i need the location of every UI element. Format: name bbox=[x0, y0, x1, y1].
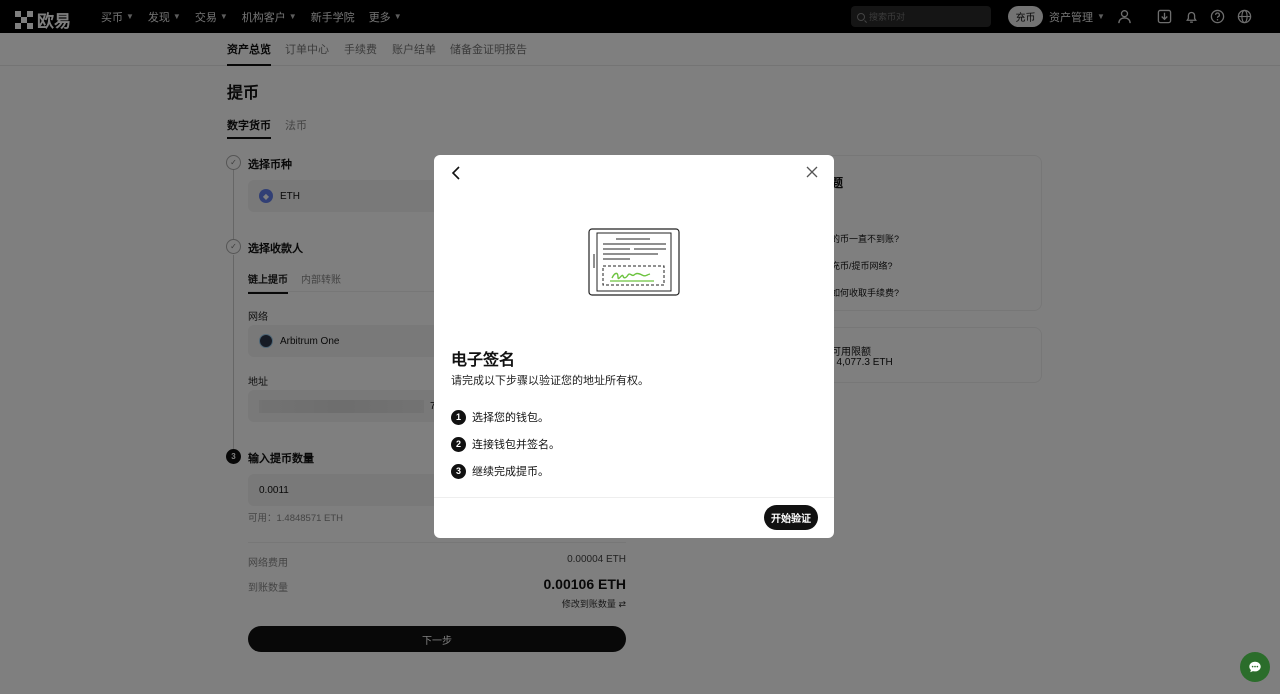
chat-button[interactable] bbox=[1240, 652, 1270, 682]
step-text: 继续完成提币。 bbox=[472, 466, 549, 478]
chat-icon bbox=[1249, 661, 1261, 673]
step-number: 1 bbox=[451, 409, 466, 425]
dialog-title: 电子签名 bbox=[451, 352, 516, 369]
back-arrow-icon[interactable] bbox=[450, 165, 464, 181]
e-signature-dialog: 电子签名 请完成以下步骤以验证您的地址所有权。 1 选择您的钱包。 2 连接钱包… bbox=[434, 155, 834, 538]
step-number: 2 bbox=[451, 436, 466, 452]
step-number: 3 bbox=[451, 463, 466, 479]
dialog-footer-divider bbox=[434, 497, 834, 498]
start-verification-button[interactable]: 开始验证 bbox=[764, 505, 818, 530]
dialog-step: 2 连接钱包并签名。 bbox=[451, 436, 560, 452]
dialog-step: 3 继续完成提币。 bbox=[451, 463, 549, 479]
dialog-step: 1 选择您的钱包。 bbox=[451, 409, 549, 425]
dialog-subtitle: 请完成以下步骤以验证您的地址所有权。 bbox=[451, 375, 649, 387]
step-text: 连接钱包并签名。 bbox=[472, 439, 560, 451]
step-text: 选择您的钱包。 bbox=[472, 412, 549, 424]
close-icon[interactable] bbox=[806, 166, 818, 178]
signature-document-illustration bbox=[588, 228, 680, 296]
